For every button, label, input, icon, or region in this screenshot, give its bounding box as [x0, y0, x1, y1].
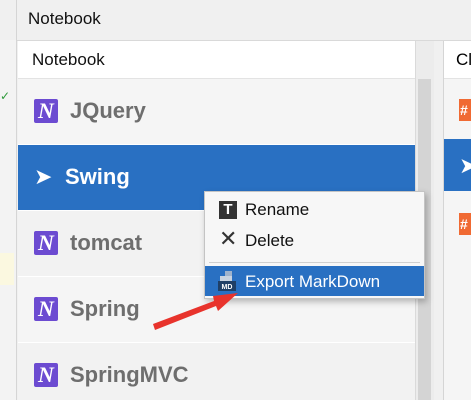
notebook-item-springmvc[interactable]: N SpringMVC — [18, 343, 415, 400]
chevron-right-icon: ➤ — [34, 164, 53, 189]
notebook-item-label: tomcat — [70, 230, 143, 255]
onenote-notebook-icon: N — [34, 363, 58, 387]
section-item[interactable]: # — [444, 201, 471, 253]
section-list-header-label: Cl — [456, 50, 471, 69]
check-icon: ✓ — [0, 89, 11, 103]
section-item-selected[interactable]: ➤ — [444, 139, 471, 191]
notebook-list-header-label: Notebook — [32, 50, 105, 69]
svg-text:MD: MD — [222, 284, 233, 291]
window-title-bar: Notebook — [0, 0, 471, 41]
section-list-header[interactable]: Cl — [444, 41, 471, 79]
menu-item-label: Export MarkDown — [245, 272, 381, 291]
menu-item-rename[interactable]: T Rename — [205, 194, 424, 224]
onenote-notebook-icon: N — [34, 99, 58, 123]
text-t-icon: T — [219, 201, 237, 219]
menu-item-delete[interactable]: ✕ Delete — [205, 225, 424, 255]
window-title: Notebook — [28, 9, 101, 28]
markdown-export-icon: MD — [218, 271, 236, 291]
notebook-item-jquery[interactable]: N JQuery — [18, 79, 415, 145]
markdown-badge-icon: # — [459, 99, 471, 121]
notebook-item-label: JQuery — [70, 98, 146, 123]
section-list-panel: Cl # ➤ # — [443, 41, 471, 400]
notebook-item-label: Spring — [70, 296, 140, 321]
menu-item-export-markdown[interactable]: MD Export MarkDown — [205, 266, 424, 296]
onenote-notebook-icon: N — [34, 297, 58, 321]
markdown-badge-icon: # — [459, 213, 471, 235]
menu-item-label: Delete — [245, 231, 295, 250]
menu-separator — [209, 262, 420, 263]
section-item[interactable]: # — [444, 85, 471, 137]
chevron-right-icon: ➤ — [459, 153, 471, 178]
gutter-highlight — [0, 253, 14, 285]
notebook-list-header[interactable]: Notebook — [18, 41, 415, 79]
onenote-notebook-icon: N — [34, 231, 58, 255]
menu-item-label: Rename — [245, 200, 310, 219]
notebook-item-label: Swing — [65, 164, 130, 189]
left-gutter: ✓ — [0, 40, 17, 400]
notebook-item-label: SpringMVC — [70, 362, 189, 387]
title-divider — [16, 0, 17, 40]
close-x-icon: ✕ — [219, 226, 238, 251]
context-menu: T Rename ✕ Delete MD Export MarkDown — [204, 191, 425, 299]
